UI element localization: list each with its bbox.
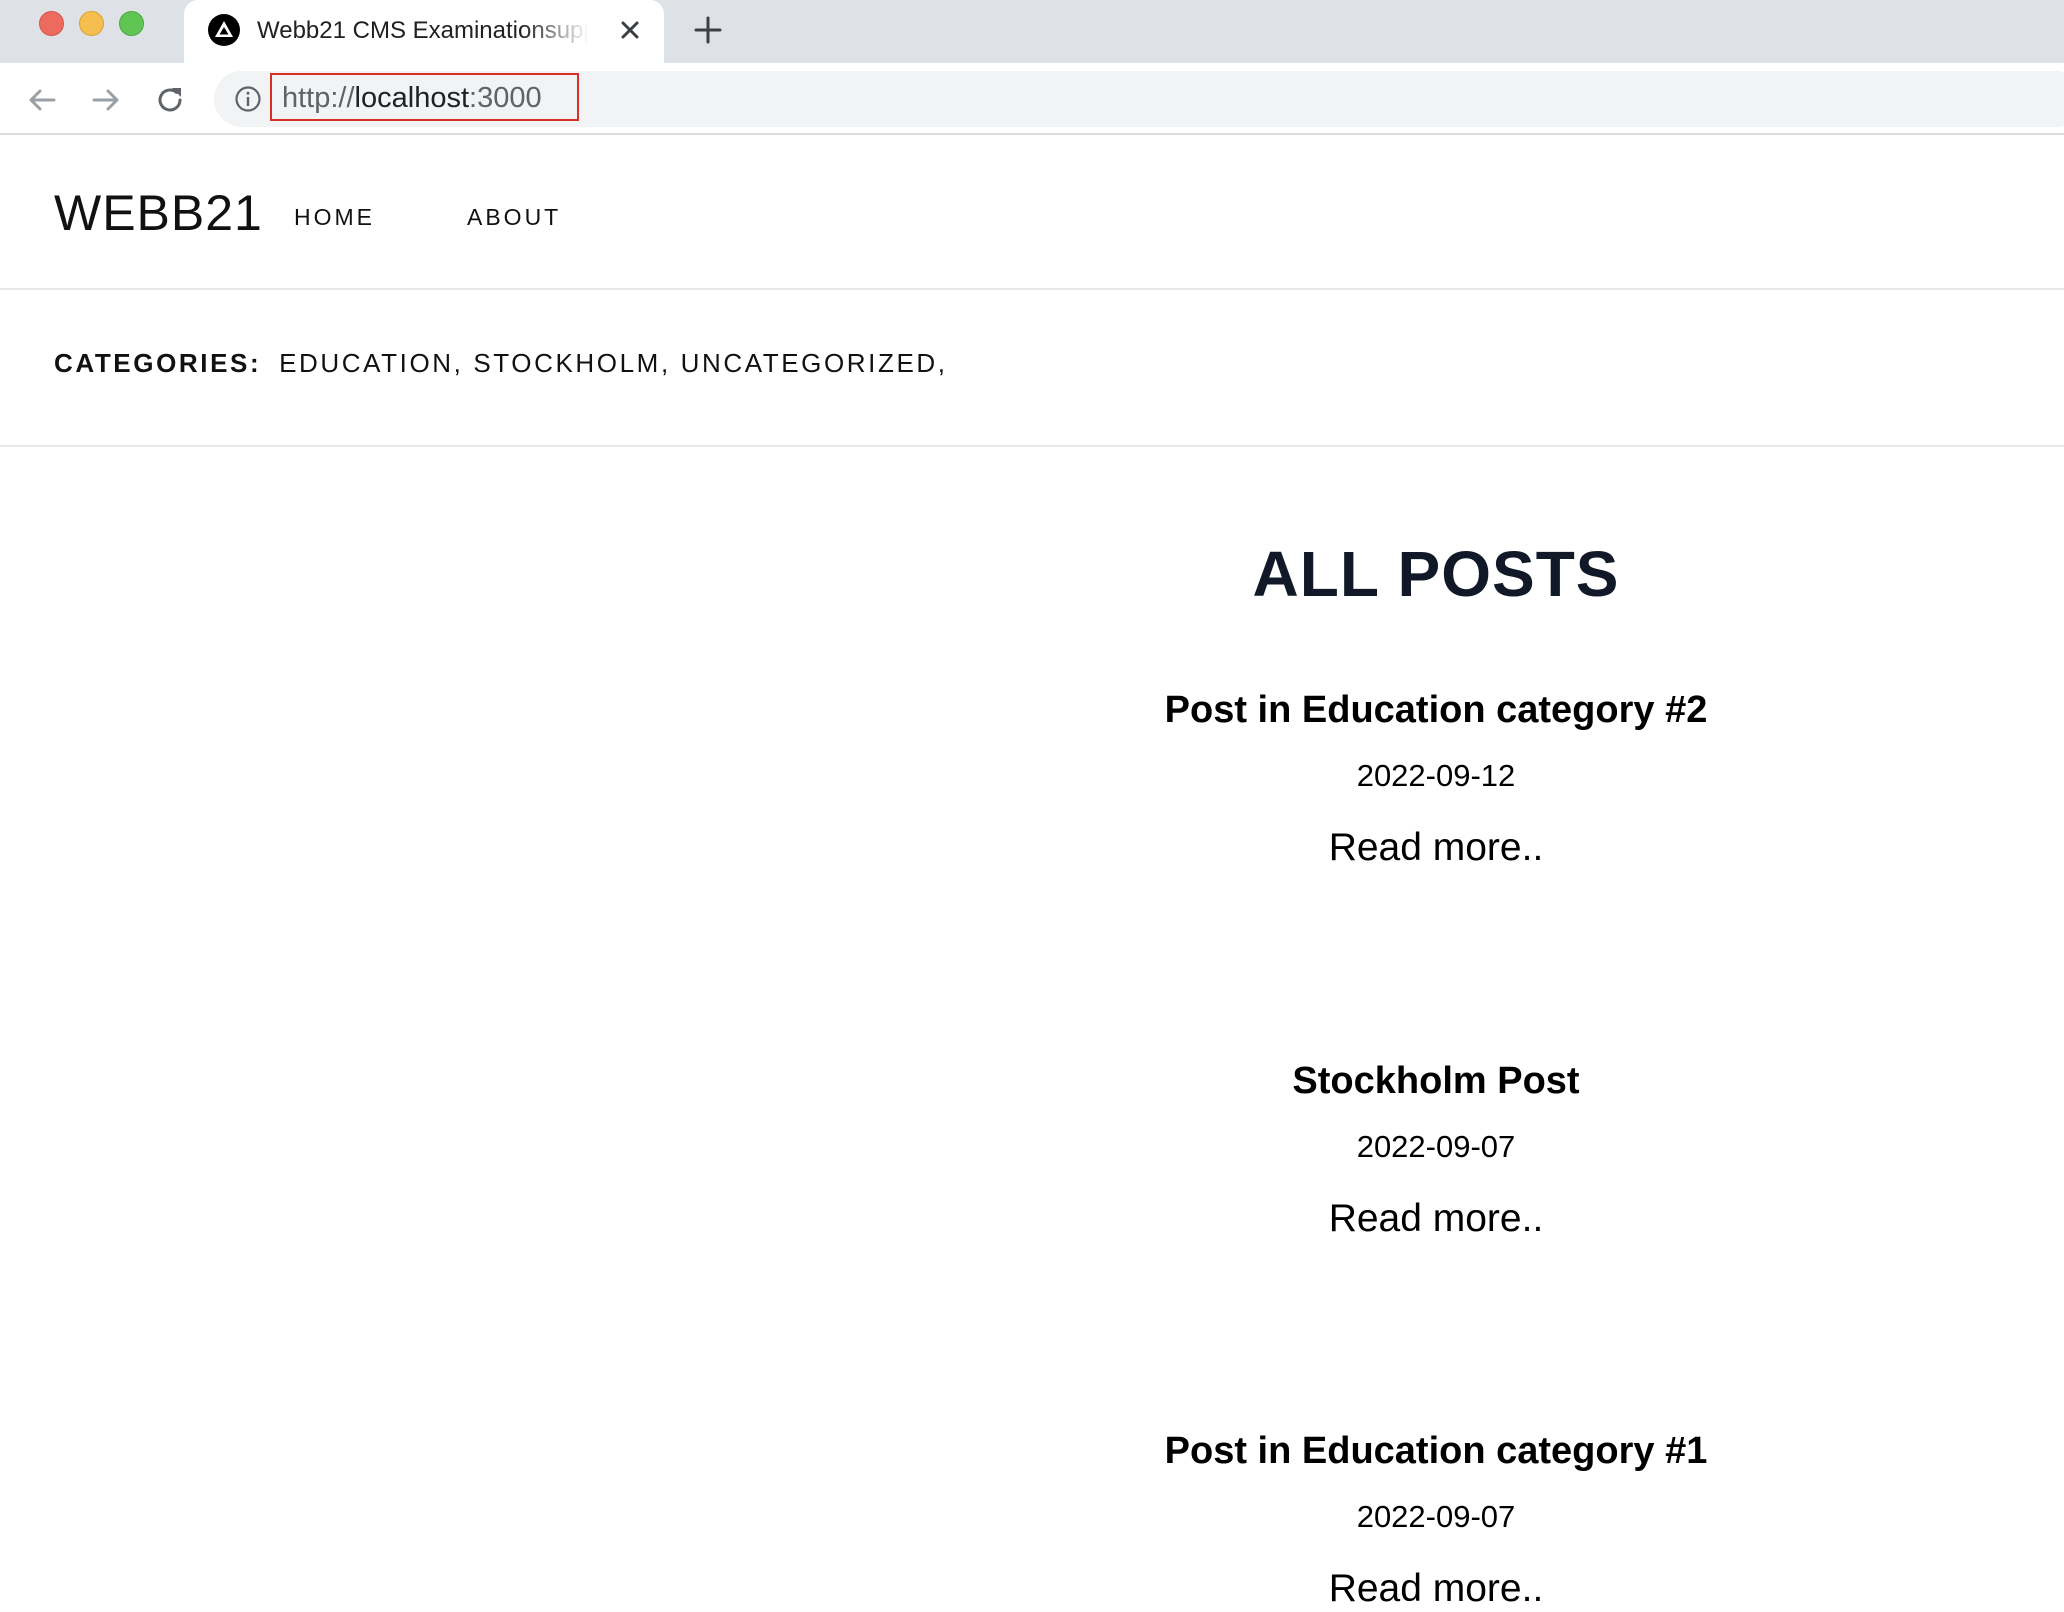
triangle-logo-icon bbox=[208, 14, 240, 46]
site-header: WEBB21 HOME ABOUT bbox=[0, 137, 2064, 290]
category-link-stockholm[interactable]: STOCKHOLM, bbox=[473, 348, 670, 378]
post-title[interactable]: Post in Education category #2 bbox=[1036, 687, 1836, 733]
minimize-window-button[interactable] bbox=[79, 11, 104, 36]
category-link-uncategorized[interactable]: UNCATEGORIZED, bbox=[681, 348, 948, 378]
page-title: ALL POSTS bbox=[1252, 538, 1620, 610]
category-link-education[interactable]: EDUCATION, bbox=[279, 348, 463, 378]
url-highlight-box: http://localhost:3000 bbox=[270, 73, 579, 121]
back-arrow-icon[interactable] bbox=[24, 82, 60, 118]
post-title[interactable]: Post in Education category #1 bbox=[1036, 1428, 1836, 1474]
site-logo[interactable]: WEBB21 bbox=[54, 185, 263, 241]
info-icon[interactable] bbox=[234, 85, 262, 113]
post-date: 2022-09-12 bbox=[1356, 758, 1516, 793]
url-port: :3000 bbox=[469, 82, 542, 114]
browser-tab[interactable]: Webb21 CMS Examinationsuppgift bbox=[184, 0, 664, 63]
categories-bar: CATEGORIES: EDUCATION, STOCKHOLM, UNCATE… bbox=[0, 292, 2064, 447]
categories-label: CATEGORIES: bbox=[54, 348, 262, 378]
reload-icon[interactable] bbox=[152, 82, 188, 118]
browser-tabstrip: Webb21 CMS Examinationsuppgift bbox=[0, 0, 2064, 63]
post-title[interactable]: Stockholm Post bbox=[1036, 1058, 1836, 1104]
nav-about-link[interactable]: ABOUT bbox=[467, 203, 561, 231]
post-item: Post in Education category #1 2022-09-07… bbox=[1036, 1428, 1836, 1612]
read-more-link[interactable]: Read more.. bbox=[1036, 1196, 1836, 1242]
post-item: Stockholm Post 2022-09-07 Read more.. bbox=[1036, 1058, 1836, 1242]
post-date: 2022-09-07 bbox=[1356, 1129, 1516, 1164]
page-content: WEBB21 HOME ABOUT CATEGORIES: EDUCATION,… bbox=[0, 137, 2064, 1610]
read-more-link[interactable]: Read more.. bbox=[1036, 1566, 1836, 1612]
read-more-link[interactable]: Read more.. bbox=[1036, 825, 1836, 871]
url-scheme: http:// bbox=[282, 82, 355, 114]
categories-list: CATEGORIES: EDUCATION, STOCKHOLM, UNCATE… bbox=[54, 347, 948, 379]
url-host: localhost bbox=[354, 82, 470, 114]
new-tab-icon[interactable] bbox=[690, 12, 726, 48]
nav-home-link[interactable]: HOME bbox=[294, 203, 375, 231]
address-bar[interactable]: http://localhost:3000 bbox=[214, 71, 2064, 127]
posts-section: ALL POSTS Post in Education category #2 … bbox=[1036, 537, 1836, 1610]
close-tab-icon[interactable] bbox=[614, 14, 646, 46]
post-date: 2022-09-07 bbox=[1356, 1499, 1516, 1534]
browser-toolbar: http://localhost:3000 bbox=[0, 63, 2064, 135]
tab-title: Webb21 CMS Examinationsuppgift bbox=[257, 17, 589, 44]
forward-arrow-icon[interactable] bbox=[88, 82, 124, 118]
url-text[interactable]: http://localhost:3000 bbox=[282, 81, 542, 115]
close-window-button[interactable] bbox=[39, 11, 64, 36]
zoom-window-button[interactable] bbox=[119, 11, 144, 36]
post-item: Post in Education category #2 2022-09-12… bbox=[1036, 687, 1836, 871]
